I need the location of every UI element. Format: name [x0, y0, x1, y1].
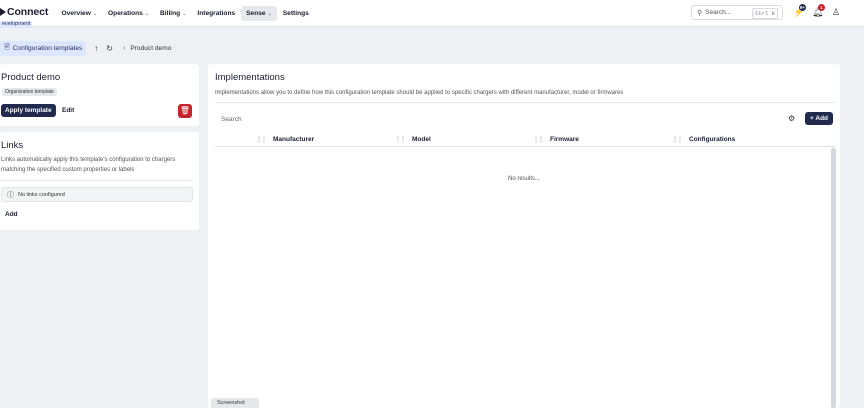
implementations-description: Implementations allow you to define how … [215, 90, 624, 96]
logo-mark-icon [0, 8, 6, 16]
user-icon[interactable]: ♙ [832, 7, 840, 18]
delete-button[interactable]: 🗑︎ [178, 104, 192, 118]
template-icon: 🗎︎ [4, 43, 10, 51]
column-configurations[interactable]: ⋮⋮ Configurations [672, 136, 735, 143]
breadcrumb-configuration-templates[interactable]: 🗎︎ Configuration templates [0, 40, 87, 56]
nav-settings-label: Settings [282, 10, 309, 17]
chevron-down-icon: ⌄ [267, 10, 272, 17]
drag-handle-icon[interactable]: ⋮⋮ [533, 136, 544, 143]
main-nav: Overview ⌄ Operations ⌄ Billing ⌄ Integrati… [56, 6, 314, 21]
add-link-button[interactable]: Add [5, 211, 18, 218]
search-shortcut: Ctrl K [752, 8, 778, 19]
divider [0, 180, 193, 181]
nav-operations[interactable]: Operations ⌄ [103, 6, 155, 21]
nav-sense-label: Sense [246, 10, 266, 17]
app-logo[interactable]: Connect [0, 6, 48, 18]
template-title: Product demo [1, 72, 61, 83]
divider [215, 146, 835, 147]
implementations-search-input[interactable]: Search [215, 112, 305, 126]
add-label: Add [815, 115, 829, 122]
no-links-message: No links configured [18, 191, 65, 198]
template-card: Product demo Organization template Apply… [0, 64, 199, 126]
nav-integrations-label: Integrations [197, 10, 236, 17]
nav-settings[interactable]: Settings [277, 6, 314, 21]
links-card: Links Links automatically apply this tem… [0, 132, 199, 230]
search-placeholder: Search [221, 115, 242, 123]
arrow-up-icon[interactable]: ↑ [94, 44, 98, 53]
screenshot-tab[interactable]: Screenshot [211, 398, 259, 408]
nav-billing[interactable]: Billing ⌄ [155, 6, 192, 21]
nav-overview[interactable]: Overview ⌄ [56, 6, 103, 21]
chevron-down-icon: ⌄ [182, 10, 187, 17]
trash-icon: 🗑︎ [179, 106, 191, 115]
nav-sense[interactable]: Sense ⌄ [240, 6, 278, 21]
breadcrumb-parent-label: Configuration templates [12, 44, 83, 52]
table-scrollbar[interactable] [831, 148, 836, 408]
search-icon: ⚲ [697, 9, 703, 17]
environment-badge: evelopment [0, 21, 33, 28]
column-label: Configurations [689, 136, 736, 143]
drag-handle-icon[interactable]: ⋮⋮ [395, 136, 406, 143]
refresh-icon[interactable]: ↻ [106, 44, 113, 53]
breadcrumb-current: Product demo [130, 44, 172, 52]
column-label: Model [412, 136, 431, 143]
info-icon: ⓘ [7, 191, 14, 199]
nav-operations-label: Operations [108, 10, 143, 17]
chevron-down-icon: ⌄ [92, 10, 98, 17]
implementations-card: Implementations Implementations allow yo… [208, 64, 840, 408]
column-firmware[interactable]: ⋮⋮ Firmware [533, 136, 579, 143]
column-model[interactable]: ⋮⋮ Model [395, 136, 431, 143]
app-name: Connect [7, 6, 49, 18]
drag-handle-icon[interactable]: ⋮⋮ [256, 136, 267, 143]
nav-integrations[interactable]: Integrations [192, 6, 241, 21]
no-links-info: ⓘ No links configured [1, 187, 193, 202]
table-header: ⋮⋮ Manufacturer ⋮⋮ Model ⋮⋮ Firmware ⋮⋮ Conf… [215, 132, 835, 146]
nav-billing-label: Billing [160, 10, 181, 17]
search-placeholder: Search... [705, 9, 732, 16]
notification-count-badge: 1 [818, 4, 825, 11]
empty-results-message: No results... [507, 176, 540, 182]
organization-template-badge: Organization template [2, 88, 57, 96]
drag-handle-icon[interactable]: ⋮⋮ [672, 136, 683, 143]
breadcrumb: 🗎︎ Configuration templates ↑ ↻ › Product… [0, 40, 172, 56]
implementations-title: Implementations [215, 72, 285, 83]
column-label: Firmware [550, 136, 579, 143]
apply-template-button[interactable]: Apply template [1, 104, 56, 117]
links-description: Links automatically apply this template'… [1, 157, 176, 173]
top-navigation: Connect evelopment Overview ⌄ Operations ⌄… [0, 0, 864, 28]
column-manufacturer[interactable]: ⋮⋮ Manufacturer [256, 136, 314, 143]
edit-button[interactable]: Edit [62, 107, 74, 114]
chevron-right-icon: › [122, 44, 126, 52]
links-title: Links [1, 140, 24, 151]
add-implementation-button[interactable]: + Add [805, 112, 834, 125]
settings-gear-icon[interactable]: ⚙ [788, 114, 795, 123]
divider [215, 102, 835, 103]
global-search-input[interactable]: ⚲ Search... Ctrl K [691, 5, 783, 20]
chevron-down-icon: ⌄ [144, 10, 150, 17]
column-label: Manufacturer [273, 136, 315, 143]
activity-count-badge: 9+ [799, 4, 806, 11]
nav-overview-label: Overview [61, 10, 91, 17]
